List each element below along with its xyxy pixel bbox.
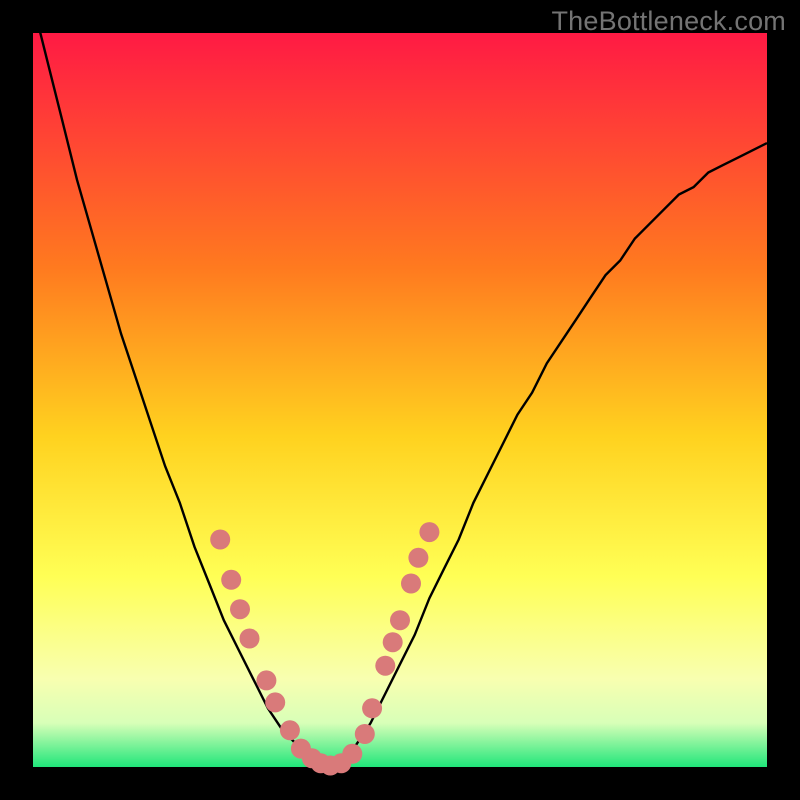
- curve-marker: [280, 720, 300, 740]
- curve-marker: [408, 548, 428, 568]
- watermark-text: TheBottleneck.com: [551, 6, 786, 37]
- curve-marker: [383, 632, 403, 652]
- curve-marker: [221, 570, 241, 590]
- chart-overlay: [33, 33, 767, 767]
- bottleneck-curve: [33, 4, 767, 767]
- curve-marker: [342, 744, 362, 764]
- curve-marker: [362, 698, 382, 718]
- curve-marker: [210, 530, 230, 550]
- curve-marker: [265, 692, 285, 712]
- curve-marker: [375, 656, 395, 676]
- curve-marker: [355, 724, 375, 744]
- curve-marker: [230, 599, 250, 619]
- curve-marker: [419, 522, 439, 542]
- chart-frame: TheBottleneck.com: [0, 0, 800, 800]
- curve-marker: [390, 610, 410, 630]
- curve-markers: [210, 522, 439, 775]
- curve-marker: [256, 670, 276, 690]
- curve-marker: [240, 629, 260, 649]
- curve-marker: [401, 574, 421, 594]
